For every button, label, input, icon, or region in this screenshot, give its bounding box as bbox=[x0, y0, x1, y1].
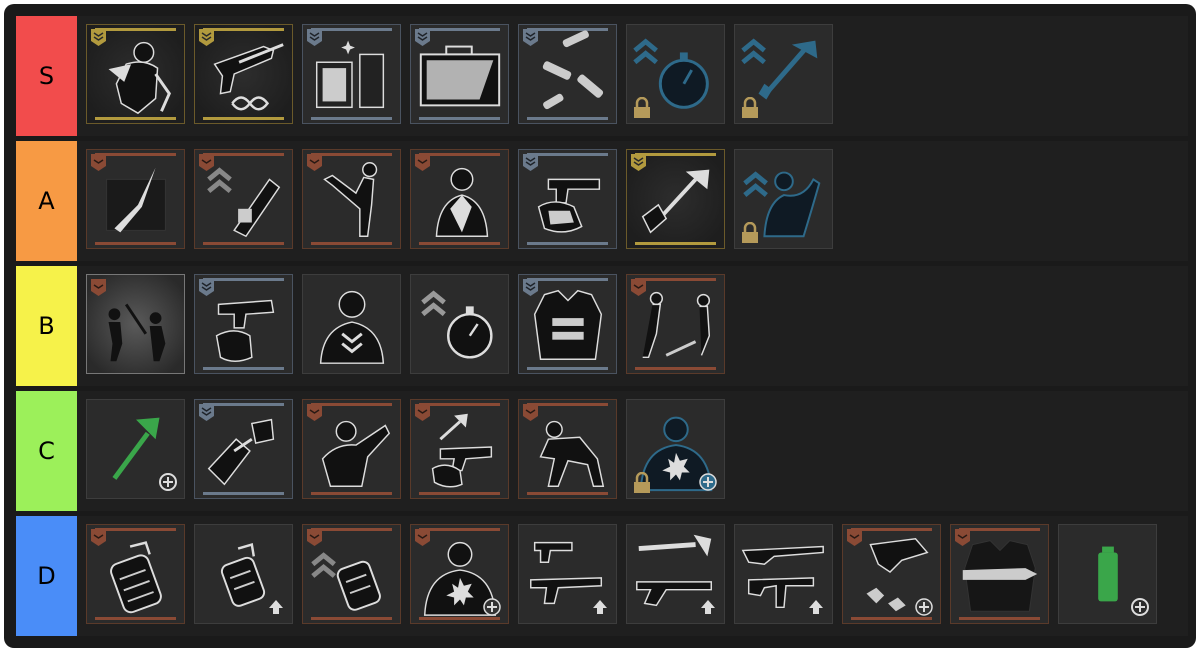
crouching-operator-icon bbox=[539, 420, 605, 487]
perk-locked-hatchet-tile[interactable] bbox=[734, 24, 833, 124]
hatchet-strike-icon bbox=[641, 169, 710, 234]
perk-locked-takedown-tile[interactable] bbox=[734, 149, 833, 249]
tier-row-d: D bbox=[16, 516, 1188, 636]
revolver-infinity-icon bbox=[213, 43, 284, 111]
uppercut-icon bbox=[207, 418, 275, 486]
tier-items-d bbox=[86, 524, 1157, 628]
item-melee-shotgun-tile[interactable] bbox=[626, 524, 725, 624]
add-circle-icon bbox=[1131, 598, 1149, 616]
perk-shoulder-charge-tile[interactable] bbox=[302, 399, 401, 499]
perk-locked-vitality-tile[interactable] bbox=[626, 399, 725, 499]
tier-row-c: C bbox=[16, 391, 1188, 511]
perk-crouch-tile[interactable] bbox=[518, 399, 617, 499]
tier-label-a[interactable]: A bbox=[16, 141, 77, 261]
item-frag-grenade-upgrade-tile[interactable] bbox=[194, 524, 293, 624]
duel-fighters-icon bbox=[108, 303, 166, 362]
perk-detonator-tile[interactable] bbox=[194, 149, 293, 249]
pistol-draw-icon bbox=[215, 299, 275, 362]
perk-duel-tile[interactable] bbox=[86, 274, 185, 374]
tier-label-b[interactable]: B bbox=[16, 266, 77, 386]
upgrade-arrow-icon bbox=[593, 600, 607, 614]
briefcase-icon bbox=[419, 45, 501, 107]
operator-chevron-icon bbox=[319, 290, 385, 364]
add-circle-icon bbox=[915, 598, 933, 616]
combat-knife-icon bbox=[106, 167, 166, 233]
add-circle-icon bbox=[483, 598, 501, 616]
hatchet-throw-icon bbox=[431, 413, 493, 488]
armor-vest-icon bbox=[533, 289, 603, 361]
tier-items-a bbox=[86, 149, 833, 253]
perk-adrenaline-tile[interactable] bbox=[410, 524, 509, 624]
perk-hatchet-throw-tile[interactable] bbox=[410, 399, 509, 499]
tier-row-s: S bbox=[16, 16, 1188, 136]
tier-items-s bbox=[86, 24, 833, 128]
perk-ammo-vest-tile[interactable] bbox=[950, 524, 1049, 624]
detonator-upgrade-icon bbox=[207, 167, 281, 238]
upgrade-arrow-icon bbox=[701, 600, 715, 614]
perk-locked-stopwatch-tile[interactable] bbox=[626, 24, 725, 124]
bullets-icon bbox=[542, 30, 604, 110]
perk-rappel-hook-tile[interactable] bbox=[86, 24, 185, 124]
perk-stopwatch-tile[interactable] bbox=[410, 274, 509, 374]
item-grenade-pouch-tile[interactable] bbox=[302, 524, 401, 624]
add-circle-icon bbox=[699, 473, 717, 491]
add-circle-icon bbox=[159, 473, 177, 491]
tier-row-a: A bbox=[16, 141, 1188, 261]
perk-combat-knife-tile[interactable] bbox=[86, 149, 185, 249]
item-pistols-tile[interactable] bbox=[518, 524, 617, 624]
upgrade-arrow-icon bbox=[809, 600, 823, 614]
rappel-climber-icon bbox=[108, 41, 171, 115]
item-frag-grenade-tile[interactable] bbox=[86, 524, 185, 624]
lock-icon bbox=[634, 472, 650, 493]
tier-label-d[interactable]: D bbox=[16, 516, 77, 636]
dodge-roll-icon bbox=[642, 291, 711, 359]
perk-operator-tile[interactable] bbox=[302, 274, 401, 374]
item-green-hatchet-tile[interactable] bbox=[86, 399, 185, 499]
perk-briefcase-tile[interactable] bbox=[410, 24, 509, 124]
item-green-stim-tile[interactable] bbox=[1058, 524, 1157, 624]
perk-infinite-ammo-tile[interactable] bbox=[194, 24, 293, 124]
stopwatch-upgrade-icon bbox=[421, 290, 493, 359]
tier-label-s[interactable]: S bbox=[16, 16, 77, 136]
perk-scavenge-tile[interactable] bbox=[842, 524, 941, 624]
high-kick-icon bbox=[323, 162, 378, 237]
shoulder-charge-icon bbox=[321, 420, 391, 487]
tier-items-c bbox=[86, 399, 725, 503]
tier-row-b: B bbox=[16, 266, 1188, 386]
perk-bullets-tile[interactable] bbox=[518, 24, 617, 124]
perk-armor-vest-tile[interactable] bbox=[518, 274, 617, 374]
lock-icon bbox=[634, 97, 650, 118]
tier-items-b bbox=[86, 274, 725, 378]
ammo-vest-icon bbox=[962, 540, 1038, 612]
lock-icon bbox=[742, 222, 758, 243]
perk-supply-crates-tile[interactable] bbox=[302, 24, 401, 124]
perk-hatchet-strike-tile[interactable] bbox=[626, 149, 725, 249]
focused-operator-icon bbox=[435, 167, 489, 237]
tier-label-c[interactable]: C bbox=[16, 391, 77, 511]
perk-pistol-draw-tile[interactable] bbox=[194, 274, 293, 374]
grenade-upgrade-icon bbox=[311, 552, 381, 611]
perk-uppercut-tile[interactable] bbox=[194, 399, 293, 499]
perk-dodge-roll-tile[interactable] bbox=[626, 274, 725, 374]
upgrade-arrow-icon bbox=[269, 600, 283, 614]
frag-grenade-icon bbox=[110, 541, 162, 614]
disarm-pistol-icon bbox=[537, 178, 601, 233]
item-rifle-smg-tile[interactable] bbox=[734, 524, 833, 624]
perk-focus-tile[interactable] bbox=[410, 149, 509, 249]
tier-list-board: S A B C D bbox=[4, 4, 1196, 648]
perk-disarm-tile[interactable] bbox=[518, 149, 617, 249]
perk-high-kick-tile[interactable] bbox=[302, 149, 401, 249]
supply-crates-icon bbox=[315, 40, 385, 109]
lock-icon bbox=[742, 97, 758, 118]
